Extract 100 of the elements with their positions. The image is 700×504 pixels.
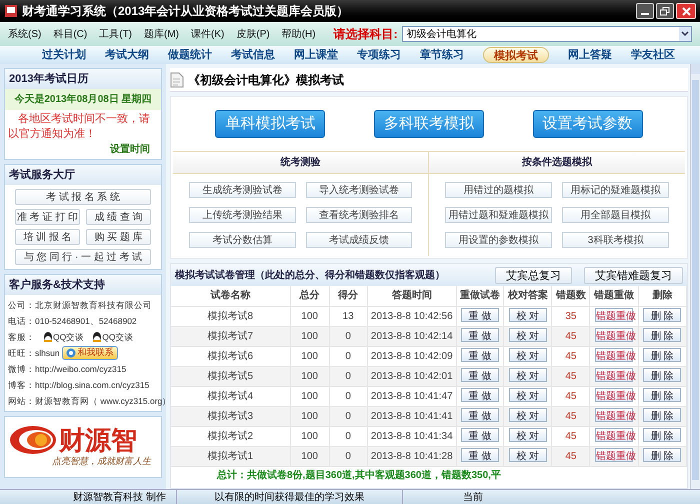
- date-text: 今天是2013年08月08日 星期四: [5, 89, 161, 110]
- service-button[interactable]: 成 绩 查 询: [86, 209, 151, 225]
- column-header: 错题数: [552, 286, 590, 306]
- service-button[interactable]: 购 买 题 库: [86, 229, 151, 245]
- nav-tab[interactable]: 章节练习: [420, 47, 464, 63]
- review-button[interactable]: 艾宾总复习: [495, 266, 572, 284]
- row-action-button[interactable]: 重 做: [461, 388, 500, 402]
- row-action-button[interactable]: 错题重做: [595, 388, 634, 402]
- menu-item[interactable]: 科目(C): [53, 26, 88, 42]
- summary-text: 总计：共做试卷8份,题目360道,其中客观题360道，错题数350,平: [216, 468, 502, 482]
- row-action-button[interactable]: 错题重做: [595, 428, 634, 442]
- option-button[interactable]: 用标记的疑难题模拟: [562, 182, 669, 198]
- row-action-button[interactable]: 删 除: [643, 388, 682, 402]
- table-cell: 模拟考试5: [208, 370, 254, 382]
- menu-item[interactable]: 工具(T): [99, 26, 132, 42]
- contact-label: 公司：: [8, 298, 35, 312]
- set-time-link[interactable]: 设置时间: [110, 142, 150, 157]
- nav-tab[interactable]: 考试信息: [231, 47, 275, 63]
- service-button[interactable]: 考 试 报 名 系 统: [15, 189, 151, 205]
- service-button[interactable]: 培 训 报 名: [15, 229, 80, 245]
- column-header: 总分: [290, 286, 330, 306]
- table-cell: 45: [565, 330, 576, 342]
- row-action-button[interactable]: 校 对: [508, 428, 547, 442]
- row-action-button[interactable]: 删 除: [643, 328, 682, 342]
- table-cell: 100: [301, 430, 318, 442]
- option-button[interactable]: 用全部题目模拟: [562, 207, 669, 223]
- nav-tab[interactable]: 网上答疑: [568, 47, 612, 63]
- table-cell: 2013-8-8 10:41:28: [370, 450, 453, 462]
- row-action-button[interactable]: 重 做: [461, 368, 500, 382]
- table-cell: 100: [301, 330, 318, 342]
- table-cell: 100: [301, 410, 318, 422]
- nav-tab[interactable]: 考试大纲: [105, 47, 149, 63]
- contact-label: 微博：: [8, 362, 35, 376]
- nav-tab[interactable]: 做题统计: [168, 47, 212, 63]
- column-header: 答题时间: [367, 286, 456, 306]
- row-action-button[interactable]: 校 对: [508, 328, 547, 342]
- row-action-button[interactable]: 校 对: [508, 448, 547, 462]
- row-action-button[interactable]: 错题重做: [595, 348, 634, 362]
- table-cell: 100: [301, 450, 318, 462]
- menu-item[interactable]: 课件(K): [191, 26, 224, 42]
- menu-item[interactable]: 系统(S): [8, 26, 42, 42]
- option-button[interactable]: 用错过题和疑难题模拟: [445, 207, 552, 223]
- option-button[interactable]: 考试成绩反馈: [306, 232, 412, 248]
- table-cell: 2013-8-8 10:42:14: [370, 330, 453, 342]
- nav-tab[interactable]: 学友社区: [631, 47, 675, 63]
- option-button[interactable]: 查看统考测验排名: [306, 207, 412, 223]
- table-cell: 45: [565, 410, 576, 422]
- option-button[interactable]: 导入统考测验试卷: [306, 182, 412, 198]
- nav-tab[interactable]: 专项练习: [357, 47, 401, 63]
- row-action-button[interactable]: 校 对: [508, 408, 547, 422]
- row-action-button[interactable]: 校 对: [508, 348, 547, 362]
- contact-me-button[interactable]: 和我联系: [62, 346, 118, 360]
- row-action-button[interactable]: 校 对: [508, 308, 547, 322]
- option-button[interactable]: 考试分数估算: [189, 232, 296, 248]
- review-button[interactable]: 艾宾错难题复习: [584, 266, 683, 284]
- row-action-button[interactable]: 错题重做: [595, 448, 634, 462]
- service-button[interactable]: 与 您 同 行 · 一 起 过 考 试: [15, 249, 151, 265]
- table-cell: 0: [345, 430, 351, 442]
- row-action-button[interactable]: 重 做: [461, 308, 500, 322]
- row-action-button[interactable]: 错题重做: [595, 308, 634, 322]
- row-action-button[interactable]: 删 除: [643, 408, 682, 422]
- row-action-button[interactable]: 错题重做: [595, 328, 634, 342]
- row-action-button[interactable]: 重 做: [461, 408, 500, 422]
- row-action-button[interactable]: 校 对: [508, 388, 547, 402]
- nav-tab[interactable]: 网上课堂: [294, 47, 338, 63]
- row-action-button[interactable]: 重 做: [461, 348, 500, 362]
- option-button[interactable]: 生成统考测验试卷: [189, 182, 296, 198]
- row-action-button[interactable]: 重 做: [461, 428, 500, 442]
- row-action-button[interactable]: 校 对: [508, 368, 547, 382]
- option-button[interactable]: 用设置的参数模拟: [445, 232, 552, 248]
- row-action-button[interactable]: 重 做: [461, 328, 500, 342]
- nav-tab[interactable]: 模拟考试: [483, 47, 549, 63]
- table-cell: 2013-8-8 10:42:56: [370, 310, 453, 322]
- contact-value: 财源智教育网（ www.cyz315.org）: [35, 394, 172, 408]
- menu-item[interactable]: 帮助(H): [282, 26, 316, 42]
- service-button[interactable]: 准 考 证 打 印: [15, 209, 80, 225]
- page-title: 《初级会计电算化》模拟考试: [188, 72, 344, 88]
- row-action-button[interactable]: 错题重做: [595, 408, 634, 422]
- column-header: 校对答案: [504, 286, 552, 306]
- qq-chat-button[interactable]: QQ交谈: [92, 330, 134, 344]
- nav-tab[interactable]: 过关计划: [42, 47, 86, 63]
- table-cell: 100: [301, 390, 318, 402]
- menu-item[interactable]: 题库(M): [144, 26, 180, 42]
- menu-item[interactable]: 皮肤(P): [236, 26, 270, 42]
- subject-dropdown[interactable]: 初级会计电算化: [402, 26, 692, 42]
- row-action-button[interactable]: 删 除: [643, 308, 682, 322]
- table-cell: 45: [565, 350, 576, 362]
- option-button[interactable]: 3科联考模拟: [562, 232, 669, 248]
- panel-title: 考试服务大厅: [5, 165, 161, 185]
- row-action-button[interactable]: 删 除: [643, 368, 682, 382]
- table-cell: 2013-8-8 10:41:41: [370, 410, 453, 422]
- option-button[interactable]: 上传统考测验结果: [189, 207, 296, 223]
- row-action-button[interactable]: 重 做: [461, 448, 500, 462]
- contact-label: 电话：: [8, 314, 35, 328]
- row-action-button[interactable]: 删 除: [643, 448, 682, 462]
- row-action-button[interactable]: 删 除: [643, 348, 682, 362]
- row-action-button[interactable]: 错题重做: [595, 368, 634, 382]
- row-action-button[interactable]: 删 除: [643, 428, 682, 442]
- qq-chat-button[interactable]: QQ交谈: [43, 330, 84, 344]
- option-button[interactable]: 用错过的题模拟: [445, 182, 552, 198]
